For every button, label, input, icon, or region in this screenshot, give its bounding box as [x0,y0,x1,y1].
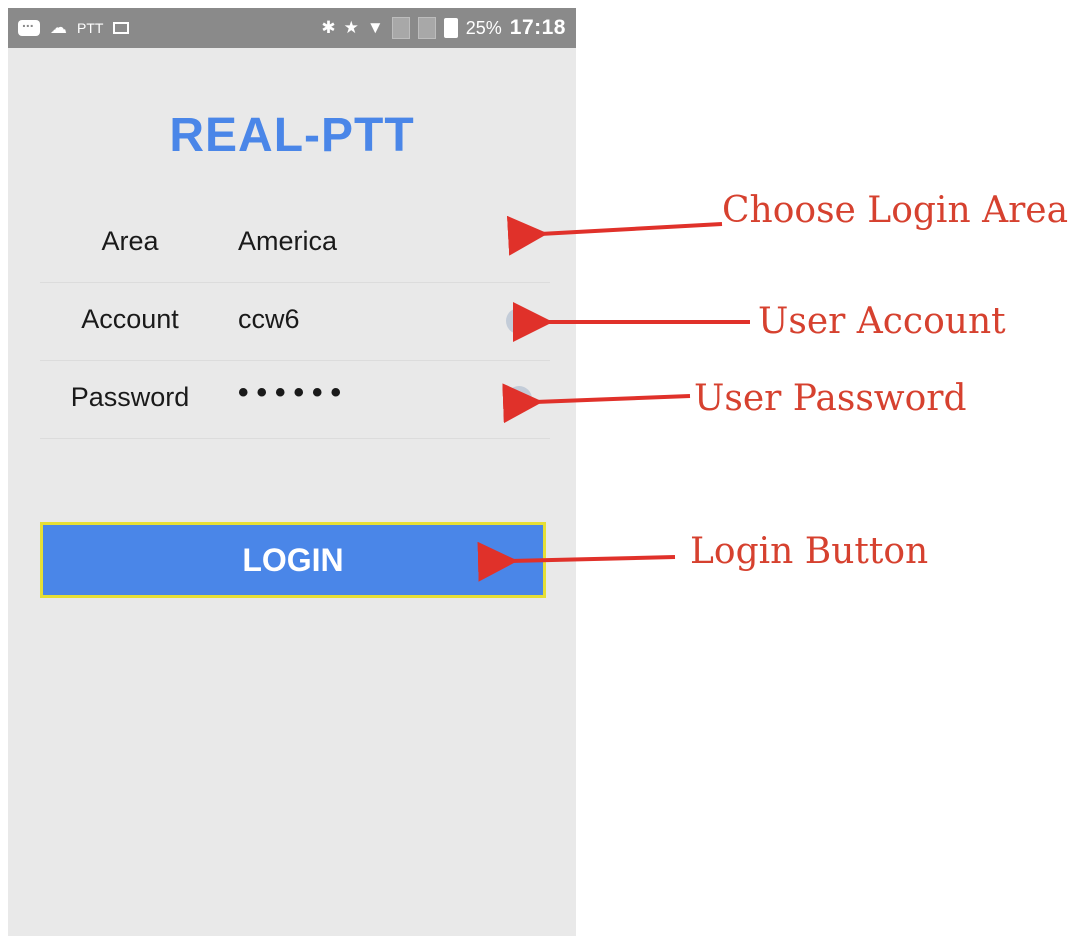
phone-screen: ☁ PTT ✱ ★ ▼ 25% 17:18 REAL-PTT Area Amer… [8,8,576,936]
annotation-user-account: User Account [758,301,1006,342]
app-title: REAL-PTT [169,109,415,162]
annotation-choose-login-area: Choose Login Area [722,190,1069,231]
password-row: Password •••••• × [40,360,550,439]
login-button[interactable]: LOGIN [40,522,546,598]
chevron-down-icon[interactable] [508,220,532,244]
star-icon: ★ [343,18,359,37]
cloud-icon: ☁ [50,18,67,37]
message-icon [18,14,40,36]
password-label: Password [70,382,190,412]
clock: 17:18 [509,16,566,39]
annotation-login-button: Login Button [690,531,929,572]
wifi-icon: ▼ [366,18,384,37]
bluetooth-icon: ✱ [321,18,336,37]
account-field[interactable]: ccw6 [238,304,300,335]
status-bar: ☁ PTT ✱ ★ ▼ 25% 17:18 [8,8,576,48]
account-row: Account ccw6 × [40,282,550,361]
ptt-status-label: PTT [77,20,104,36]
clear-circle-icon[interactable]: × [506,386,532,412]
no-sim-icon [417,17,436,39]
no-sim-icon [391,17,410,39]
area-row[interactable]: Area America [40,204,550,283]
area-value[interactable]: America [238,226,337,257]
area-label: Area [101,226,159,256]
battery-percent: 25% [465,17,502,38]
account-label: Account [81,304,179,334]
image-icon [113,22,130,34]
password-field[interactable]: •••••• [238,376,349,410]
clear-circle-icon[interactable]: × [506,308,532,334]
annotation-user-password: User Password [694,378,967,419]
battery-icon [443,18,458,38]
